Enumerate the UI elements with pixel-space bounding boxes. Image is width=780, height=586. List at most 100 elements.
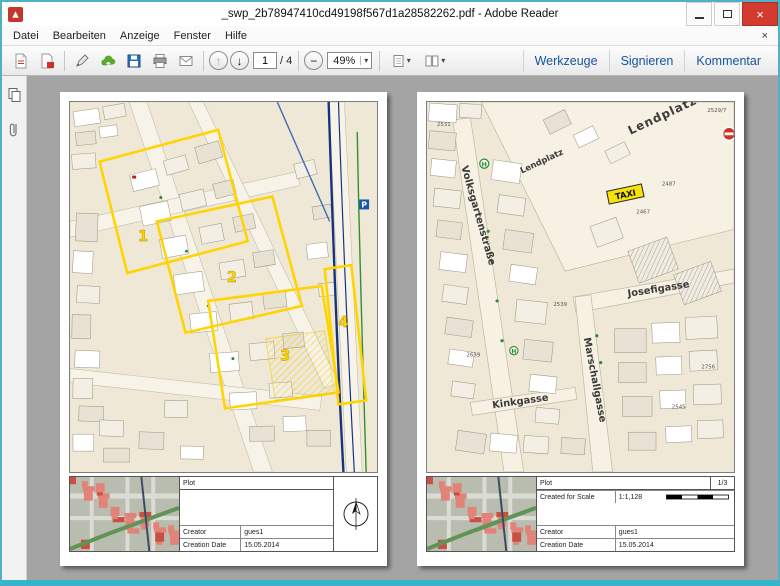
overview-map-2	[427, 477, 537, 551]
zoom-out-button[interactable]: −	[304, 51, 323, 70]
display-options-button[interactable]: ▾	[418, 49, 452, 73]
creator-label: Creator	[180, 526, 241, 538]
region-label-2: 2	[227, 268, 237, 286]
creation-date-value: 15.05.2014	[616, 539, 657, 551]
open-file-icon	[13, 53, 29, 69]
scale-label: Created for Scale	[537, 491, 616, 503]
minus-icon: −	[310, 54, 317, 68]
parking-icon: P	[359, 199, 369, 209]
zoom-level-select[interactable]: 49% ▾	[327, 52, 372, 69]
map-page-1: 1 2 3 4 P	[69, 101, 378, 473]
menu-fenster[interactable]: Fenster	[167, 28, 218, 44]
minimize-icon	[695, 17, 704, 19]
svg-text:2639: 2639	[466, 353, 480, 359]
plot-title-1: Plot	[180, 477, 333, 489]
arrow-down-icon: ↓	[237, 54, 243, 68]
save-icon	[126, 53, 142, 69]
toolbar-separator	[203, 51, 204, 71]
region-label-3: 3	[280, 347, 290, 365]
maximize-button[interactable]	[714, 2, 740, 26]
toolbar: ↑ ↓ / 4 − 49% ▾ ▾ ▾ Werkzeuge Signieren …	[2, 46, 778, 76]
creator-label: Creator	[537, 526, 616, 538]
previous-page-button[interactable]: ↑	[209, 51, 228, 70]
plot-info-table-2: Plot 1/3 Created for Scale 1:1,128	[426, 476, 735, 552]
create-pdf-button[interactable]	[34, 49, 60, 73]
scale-value: 1:1,128	[616, 491, 645, 503]
close-document-icon[interactable]: ×	[752, 30, 778, 42]
chevron-down-icon: ▾	[441, 56, 445, 65]
svg-text:2539: 2539	[553, 302, 567, 308]
next-page-button[interactable]: ↓	[230, 51, 249, 70]
minimize-button[interactable]	[686, 2, 712, 26]
attachments-button[interactable]	[4, 119, 25, 140]
toolbar-separator	[379, 51, 380, 71]
save-button[interactable]	[121, 49, 147, 73]
creator-value: gues1	[241, 526, 266, 538]
print-icon	[152, 53, 168, 69]
page-view-mode-button[interactable]: ▾	[384, 49, 418, 73]
traffic-sign-icon	[723, 127, 734, 140]
svg-text:H: H	[482, 161, 487, 169]
transit-stop-icon: H	[510, 346, 518, 355]
pen-icon	[74, 53, 90, 69]
svg-text:2531: 2531	[437, 122, 451, 128]
two-page-view-icon	[425, 54, 439, 68]
page-total-label: / 4	[280, 55, 292, 67]
red-marker	[132, 176, 136, 179]
chevron-down-icon: ▾	[407, 56, 411, 65]
north-arrow	[333, 477, 377, 551]
transit-stop-icon: H	[480, 159, 489, 169]
svg-text:P: P	[361, 200, 367, 209]
window-controls: ×	[684, 2, 778, 26]
comment-pane-button[interactable]: Kommentar	[684, 50, 772, 72]
menu-anzeige[interactable]: Anzeige	[113, 28, 167, 44]
send-cloud-button[interactable]	[95, 49, 121, 73]
creation-date-value: 15.05.2014	[241, 539, 282, 551]
sheet-indicator: 1/3	[710, 477, 734, 489]
menu-datei[interactable]: Datei	[6, 28, 46, 44]
main-area: 1 2 3 4 P	[2, 76, 778, 580]
page-thumbnails-button[interactable]	[4, 84, 25, 105]
email-icon	[178, 53, 194, 69]
menu-bar: Datei Bearbeiten Anzeige Fenster Hilfe ×	[2, 26, 778, 46]
region-label-1: 1	[138, 227, 148, 245]
close-button[interactable]: ×	[742, 2, 778, 26]
navigation-pane-sidebar	[2, 76, 27, 580]
sign-pane-button[interactable]: Signieren	[609, 50, 685, 72]
toolbar-separator	[298, 51, 299, 71]
page-view-icon	[392, 54, 405, 68]
sign-pen-button[interactable]	[69, 49, 95, 73]
svg-text:2487: 2487	[662, 182, 676, 188]
svg-text:2529/7: 2529/7	[707, 108, 726, 114]
page-thumbnails-icon	[7, 87, 22, 103]
chevron-down-icon: ▾	[360, 56, 371, 65]
cloud-icon	[100, 53, 117, 69]
tools-pane-button[interactable]: Werkzeuge	[523, 50, 609, 72]
zoom-level-value: 49%	[328, 55, 360, 67]
svg-text:2545: 2545	[672, 404, 686, 410]
open-file-button[interactable]	[8, 49, 34, 73]
create-pdf-icon	[39, 53, 55, 69]
plot-title-2: Plot	[537, 477, 710, 489]
map-page-2: Lendplatz Lendplatz Volksgartenstraße Jo…	[426, 101, 735, 473]
menu-bearbeiten[interactable]: Bearbeiten	[46, 28, 113, 44]
print-button[interactable]	[147, 49, 173, 73]
scale-bar	[666, 493, 730, 501]
email-button[interactable]	[173, 49, 199, 73]
creation-date-label: Creation Date	[180, 539, 241, 551]
page-number-input[interactable]	[253, 52, 277, 69]
menu-hilfe[interactable]: Hilfe	[218, 28, 254, 44]
adobe-reader-app-icon	[8, 7, 23, 22]
pdf-page-2: Lendplatz Lendplatz Volksgartenstraße Jo…	[417, 92, 744, 566]
arrow-up-icon: ↑	[216, 54, 222, 68]
document-area[interactable]: 1 2 3 4 P	[27, 76, 778, 580]
window-title: _swp_2b78947410cd49198f567d1a28582262.pd…	[222, 8, 559, 20]
pdf-page-1: 1 2 3 4 P	[60, 92, 387, 566]
creator-value: gues1	[616, 526, 641, 538]
close-icon: ×	[756, 8, 764, 21]
svg-text:H: H	[511, 349, 516, 356]
svg-text:2756: 2756	[701, 365, 715, 371]
region-label-4: 4	[338, 313, 348, 331]
paperclip-icon	[7, 121, 21, 138]
plot-info-table-1: Plot Creator gues1 Creation Date 15.05.2…	[69, 476, 378, 552]
